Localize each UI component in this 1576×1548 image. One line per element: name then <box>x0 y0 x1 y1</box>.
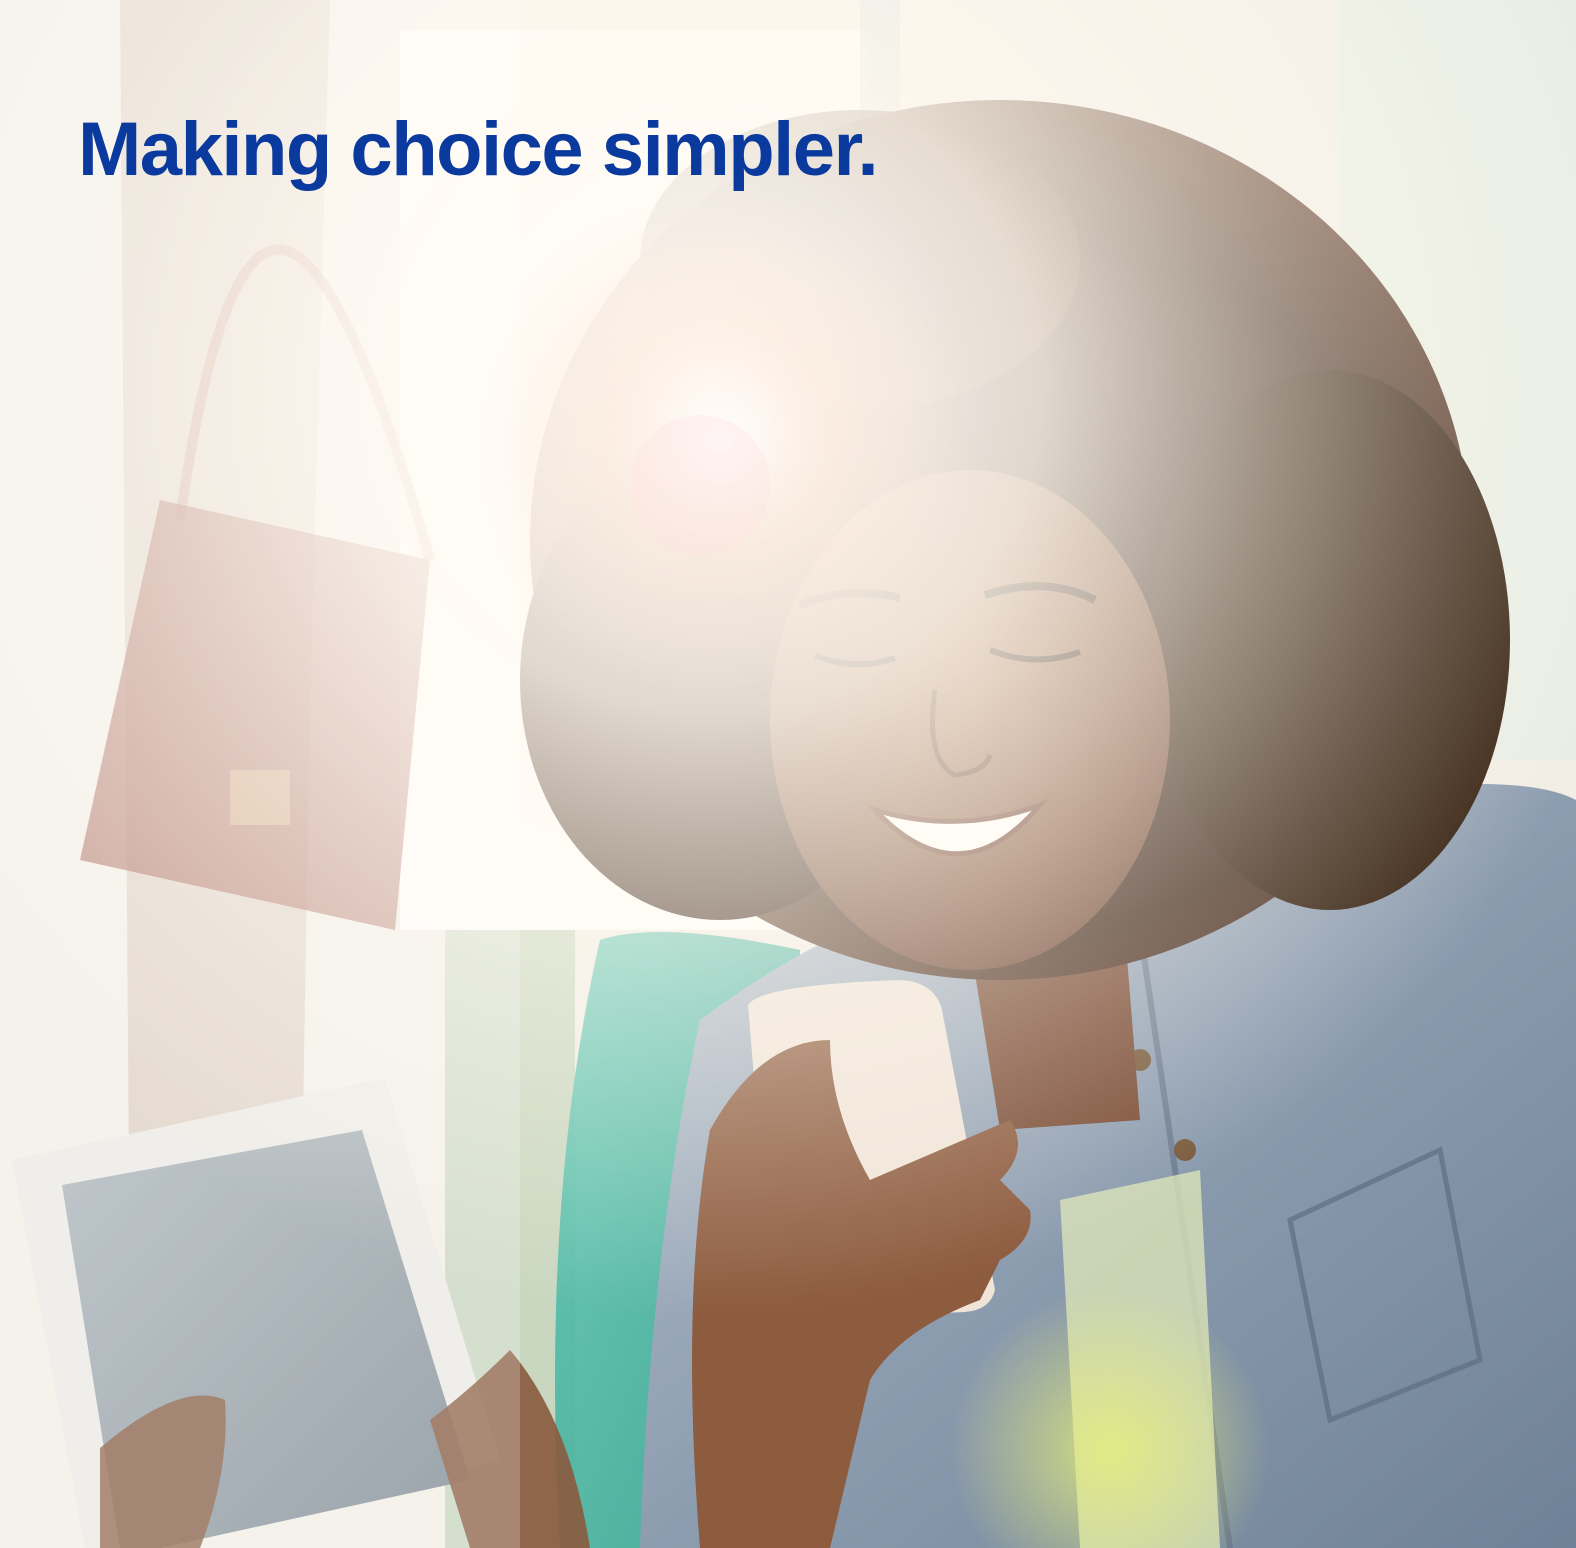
haze-left <box>0 0 520 1548</box>
lens-flare-ring <box>630 415 770 555</box>
headline: Making choice simpler. <box>78 107 879 192</box>
hero-image: Making choice simpler. <box>0 0 1576 1548</box>
lifestyle-photo <box>0 0 1576 1548</box>
